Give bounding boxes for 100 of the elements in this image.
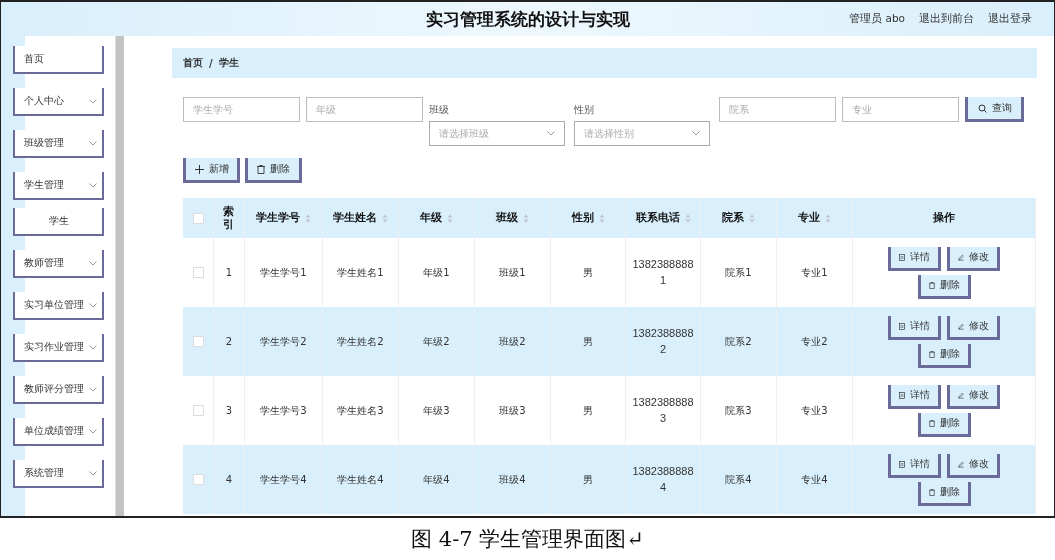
menu-item[interactable]: 学生管理	[13, 172, 104, 200]
detail-button[interactable]: 详情	[888, 453, 941, 478]
edit-button[interactable]: 修改	[947, 453, 1000, 478]
table-cell: 1	[225, 267, 233, 278]
table-cell: 年级1	[423, 266, 450, 278]
table-cell: 男	[583, 335, 593, 347]
app-title: 实习管理系统的设计与实现	[425, 8, 630, 29]
table-cell: 学生学号4	[260, 473, 307, 485]
sort-icon	[447, 213, 453, 223]
column-header[interactable]: 院系	[722, 211, 744, 225]
column-header[interactable]: 学生学号	[256, 211, 300, 225]
checkbox[interactable]	[192, 336, 204, 348]
chevron-down-icon	[692, 131, 700, 136]
submenu-item[interactable]: 学生	[13, 208, 104, 236]
table-cell: 3	[225, 405, 233, 416]
table-cell: 学生姓名2	[337, 335, 384, 347]
search-button[interactable]: 查询	[965, 97, 1024, 122]
menu-item[interactable]: 单位成绩管理	[13, 418, 104, 446]
header-link[interactable]: 退出登录	[988, 12, 1032, 26]
pencil-icon	[958, 252, 964, 262]
edit-button[interactable]: 修改	[947, 384, 1000, 409]
edit-button[interactable]: 修改	[947, 246, 1000, 271]
plus-icon	[194, 164, 204, 174]
search-icon	[977, 103, 987, 113]
search-field[interactable]: 院系	[719, 97, 836, 122]
search-field[interactable]: 学生学号	[183, 97, 300, 122]
breadcrumb-separator: /	[209, 57, 213, 69]
sort-icon	[523, 213, 529, 223]
table-cell: 13823888881	[632, 257, 694, 288]
search-field[interactable]: 专业	[842, 97, 959, 122]
column-header[interactable]: 专业	[798, 211, 820, 225]
table-cell: 班级1	[499, 266, 526, 278]
column-header[interactable]: 性别	[571, 211, 594, 225]
table-cell: 院系4	[725, 473, 752, 485]
checkbox[interactable]	[192, 405, 204, 417]
table-cell: 院系1	[725, 266, 752, 278]
menu-item[interactable]: 班级管理	[13, 130, 104, 158]
column-header[interactable]: 年级	[420, 211, 442, 225]
column-header: 索引	[223, 205, 235, 231]
table-cell: 2	[225, 336, 233, 347]
breadcrumb-item[interactable]: 首页	[183, 56, 203, 70]
figure-caption: 图 4-7 学生管理界面图↵	[411, 526, 644, 553]
detail-button[interactable]: 详情	[888, 246, 941, 271]
table-cell: 院系2	[725, 335, 752, 347]
detail-button[interactable]: 详情	[888, 384, 941, 409]
column-header[interactable]: 班级	[496, 211, 518, 225]
table-cell: 年级2	[423, 335, 450, 347]
field-label: 性别	[574, 103, 595, 117]
header-link[interactable]: 退出到前台	[919, 12, 974, 26]
table-cell: 班级4	[499, 473, 526, 485]
column-header[interactable]: 学生姓名	[333, 211, 377, 225]
menu-item[interactable]: 教师评分管理	[13, 376, 104, 404]
table-cell: 13823888884	[632, 464, 694, 495]
table-cell: 专业2	[801, 335, 828, 347]
column-header[interactable]: 联系电话	[635, 211, 680, 225]
delete-button[interactable]: 删除	[917, 481, 971, 506]
table-cell: 男	[583, 404, 593, 416]
delete-button[interactable]: 删除	[917, 343, 971, 368]
sort-icon	[305, 213, 311, 223]
table-cell: 男	[583, 473, 593, 485]
chevron-down-icon	[89, 260, 97, 266]
search-field[interactable]: 年级	[306, 97, 423, 122]
delete-button[interactable]: 删除	[245, 158, 302, 183]
trash-icon	[928, 418, 935, 428]
menu-item[interactable]: 实习单位管理	[13, 292, 104, 320]
table-cell: 学生学号3	[260, 404, 307, 416]
menu-item[interactable]: 首页	[13, 46, 104, 74]
table-cell: 班级2	[499, 335, 526, 347]
checkbox[interactable]	[192, 474, 204, 486]
user-label: 管理员 abo	[849, 12, 905, 26]
table-cell: 年级4	[423, 473, 450, 485]
chevron-down-icon	[89, 386, 97, 392]
trash-icon	[928, 280, 935, 290]
column-header: 操作	[933, 211, 955, 225]
menu-item[interactable]: 系统管理	[13, 460, 104, 488]
table-cell: 13823888883	[632, 395, 694, 426]
field-label: 班级	[429, 103, 450, 117]
delete-button[interactable]: 删除	[917, 412, 971, 437]
edit-button[interactable]: 修改	[947, 315, 1000, 340]
sort-icon	[749, 213, 755, 223]
add-button[interactable]: 新增	[183, 158, 240, 183]
table-cell: 专业1	[801, 266, 828, 278]
detail-button[interactable]: 详情	[888, 315, 941, 340]
trash-icon	[257, 164, 265, 174]
breadcrumb-item: 学生	[218, 56, 239, 70]
menu-item[interactable]: 教师管理	[13, 250, 104, 278]
table-cell: 院系3	[725, 404, 752, 416]
checkbox[interactable]	[192, 213, 204, 225]
pencil-icon	[958, 459, 964, 469]
delete-button[interactable]: 删除	[917, 274, 971, 299]
checkbox[interactable]	[192, 267, 204, 279]
menu-item[interactable]: 个人中心	[13, 88, 104, 116]
table-cell: 专业3	[801, 404, 828, 416]
sort-icon	[825, 213, 831, 223]
document-icon	[899, 252, 905, 262]
table-cell: 学生学号1	[260, 266, 307, 278]
scrollbar[interactable]	[115, 36, 124, 516]
menu-item[interactable]: 实习作业管理	[13, 334, 104, 362]
chevron-down-icon	[89, 344, 97, 350]
document-icon	[899, 459, 905, 469]
